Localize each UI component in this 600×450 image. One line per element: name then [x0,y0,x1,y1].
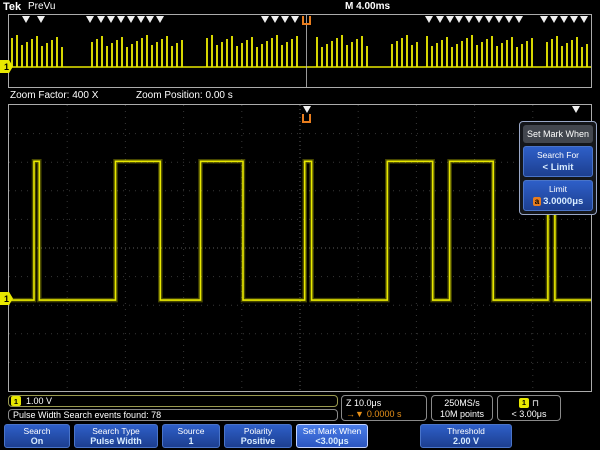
limit-value: a3.0000μs [525,196,591,207]
overview-waveform [9,15,591,87]
trigger-readout: 1⊓ < 3.00μs [497,395,561,421]
main-waveform-graticule [9,105,591,391]
search-events-text: Pulse Width Search events found: 78 [13,410,161,420]
channel1-scale-readout: 1 1.00 V [8,395,338,407]
trigger-width-value: < 3.00μs [512,409,547,419]
zoom-timebase-readout: Z 10.0μs →▼0.0000 s [341,395,427,421]
record-length-value: 10M points [440,409,484,419]
pulse-width-trigger-icon: ⊓ [532,398,539,408]
acquisition-status: PreVu [28,1,55,12]
top-status-bar: Tek PreVu M 4.00ms [0,0,600,14]
expansion-point-marker[interactable] [302,16,311,25]
delay-time-readout: →▼0.0000 s [346,409,401,419]
sample-rate-readout: 250MS/s 10M points [431,395,493,421]
zoom-position-readout: Zoom Position: 0.00 s [136,90,233,101]
trigger-source-badge-icon: 1 [519,398,529,408]
zoom-info-bar: Zoom Factor: 400 X Zoom Position: 0.00 s [8,90,592,103]
multipurpose-knob-a-icon: a [533,197,541,206]
delay-arrow-icon: →▼ [346,409,364,419]
threshold-button[interactable]: Threshold2.00 V [420,424,512,448]
limit-button[interactable]: Limit a3.0000μs [523,180,593,211]
side-menu-panel: Set Mark When Search For < Limit Limit a… [519,121,597,215]
oscilloscope-screen: Tek PreVu M 4.00ms 1 Zoom Factor: 400 X … [0,0,600,450]
zoom-window-indicator[interactable] [306,15,307,87]
polarity-button[interactable]: PolarityPositive [224,424,292,448]
search-on-button[interactable]: SearchOn [4,424,70,448]
search-events-readout: Pulse Width Search events found: 78 [8,409,338,421]
channel1-scale-value: 1.00 V [26,396,52,406]
overview-waveform-window[interactable] [8,14,592,88]
main-timebase-readout: M 4.00ms [345,1,390,12]
set-mark-when-button[interactable]: Set Mark When<3.00μs [296,424,368,448]
source-button[interactable]: Source1 [162,424,220,448]
zoomed-waveform-window[interactable] [8,104,592,392]
zoom-scale-value: Z 10.0μs [346,398,381,408]
search-for-button[interactable]: Search For < Limit [523,146,593,177]
tek-logo: Tek [3,1,21,13]
search-for-value: < Limit [525,162,591,173]
side-menu-title: Set Mark When [523,125,593,143]
sample-rate-value: 250MS/s [444,398,480,408]
expansion-point-marker-main[interactable] [302,114,311,123]
search-for-label: Search For [525,150,591,160]
channel1-badge-icon: 1 [11,396,21,406]
limit-label: Limit [525,184,591,194]
search-type-button[interactable]: Search TypePulse Width [74,424,158,448]
zoom-factor-readout: Zoom Factor: 400 X [10,90,98,101]
